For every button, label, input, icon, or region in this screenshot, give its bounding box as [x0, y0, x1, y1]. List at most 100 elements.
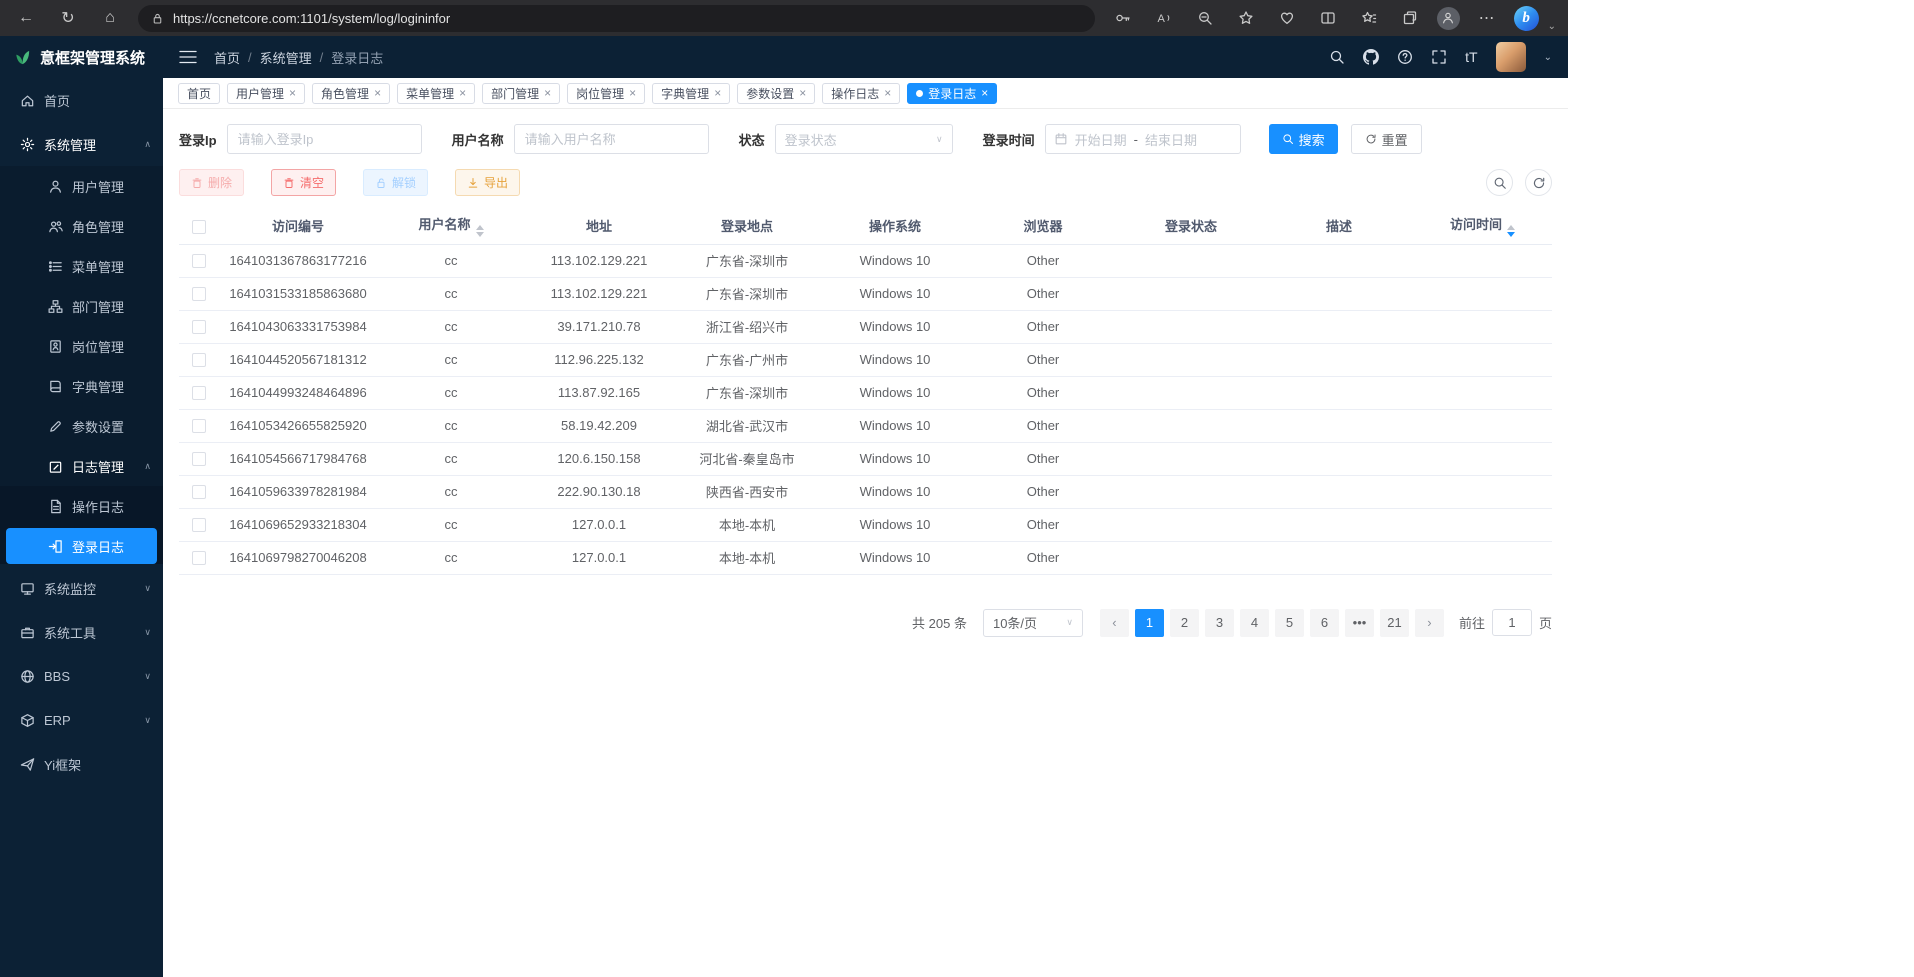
login-ip-input[interactable] [227, 124, 422, 154]
sidebar-item-yi-framework[interactable]: Yi框架 [0, 742, 163, 786]
sidebar-item-erp[interactable]: ERP ∨ [0, 698, 163, 742]
sidebar-toggle-icon[interactable] [179, 50, 197, 64]
sidebar-item-menus[interactable]: 菜单管理 [0, 246, 163, 286]
col-username[interactable]: 用户名称 [377, 208, 525, 244]
more-pages-button[interactable]: ••• [1345, 609, 1374, 637]
close-icon[interactable]: × [629, 87, 636, 99]
avatar-caret-icon[interactable]: ⌄ [1544, 52, 1552, 63]
zoom-out-icon[interactable] [1191, 4, 1219, 32]
close-icon[interactable]: × [981, 87, 988, 99]
date-range-picker[interactable]: 开始日期 - 结束日期 [1045, 124, 1241, 154]
table-row[interactable]: 1641044520567181312cc112.96.225.132广东省-广… [179, 343, 1552, 376]
browser-essentials-icon[interactable] [1273, 4, 1301, 32]
text-size-icon[interactable]: tT [1465, 49, 1477, 65]
header-search-icon[interactable] [1329, 49, 1345, 65]
col-visit-time[interactable]: 访问时间 [1413, 208, 1552, 244]
close-icon[interactable]: × [544, 87, 551, 99]
row-checkbox[interactable] [192, 353, 206, 367]
page-button-1[interactable]: 1 [1135, 609, 1164, 637]
browser-profile-avatar[interactable] [1437, 7, 1460, 30]
select-all-checkbox[interactable] [192, 220, 206, 234]
sort-icon[interactable] [476, 225, 484, 237]
search-button[interactable]: 搜索 [1269, 124, 1338, 154]
tab-menu-mgmt[interactable]: 菜单管理× [397, 83, 475, 104]
close-icon[interactable]: × [714, 87, 721, 99]
export-button[interactable]: 导出 [455, 169, 520, 196]
tab-param-settings[interactable]: 参数设置× [737, 83, 815, 104]
breadcrumb-item[interactable]: 首页 [214, 48, 240, 67]
next-page-button[interactable]: › [1415, 609, 1444, 637]
github-icon[interactable] [1363, 49, 1379, 65]
page-button-4[interactable]: 4 [1240, 609, 1269, 637]
tab-home[interactable]: 首页 [178, 83, 220, 104]
page-button-21[interactable]: 21 [1380, 609, 1409, 637]
back-icon[interactable]: ← [12, 4, 40, 32]
address-bar[interactable]: https://ccnetcore.com:1101/system/log/lo… [138, 5, 1095, 32]
close-icon[interactable]: × [799, 87, 806, 99]
status-select[interactable]: 登录状态 ∨ [775, 124, 953, 154]
page-button-3[interactable]: 3 [1205, 609, 1234, 637]
refresh-table-button[interactable] [1525, 169, 1552, 196]
username-input[interactable] [514, 124, 709, 154]
read-aloud-icon[interactable]: A [1150, 4, 1178, 32]
table-row[interactable]: 1641059633978281984cc222.90.130.18陕西省-西安… [179, 475, 1552, 508]
sidebar-item-login-log[interactable]: 登录日志 [6, 528, 157, 564]
breadcrumb-item[interactable]: 系统管理 [260, 48, 312, 67]
reload-icon[interactable]: ↻ [54, 4, 82, 32]
copilot-icon[interactable]: b [1514, 6, 1539, 31]
favorites-icon[interactable] [1355, 4, 1383, 32]
sidebar-item-posts[interactable]: 岗位管理 [0, 326, 163, 366]
password-key-icon[interactable] [1109, 4, 1137, 32]
close-icon[interactable]: × [289, 87, 296, 99]
row-checkbox[interactable] [192, 320, 206, 334]
sidebar-item-users[interactable]: 用户管理 [0, 166, 163, 206]
unlock-button[interactable]: 解锁 [363, 169, 428, 196]
table-row[interactable]: 1641054566717984768cc120.6.150.158河北省-秦皇… [179, 442, 1552, 475]
sidebar-item-operation-log[interactable]: 操作日志 [0, 486, 163, 526]
help-icon[interactable] [1397, 49, 1413, 65]
home-icon[interactable]: ⌂ [96, 4, 124, 32]
tab-login-log[interactable]: 登录日志× [907, 83, 997, 104]
table-row[interactable]: 1641053426655825920cc58.19.42.209湖北省-武汉市… [179, 409, 1552, 442]
sidebar-item-departments[interactable]: 部门管理 [0, 286, 163, 326]
sidebar-item-bbs[interactable]: BBS ∨ [0, 654, 163, 698]
sidebar-item-system[interactable]: 系统管理 ∧ [0, 122, 163, 166]
row-checkbox[interactable] [192, 419, 206, 433]
clear-button[interactable]: 清空 [271, 169, 336, 196]
page-button-2[interactable]: 2 [1170, 609, 1199, 637]
prev-page-button[interactable]: ‹ [1100, 609, 1129, 637]
table-row[interactable]: 1641031367863177216cc113.102.129.221广东省-… [179, 244, 1552, 277]
tab-post-mgmt[interactable]: 岗位管理× [567, 83, 645, 104]
tab-operation-log[interactable]: 操作日志× [822, 83, 900, 104]
row-checkbox[interactable] [192, 551, 206, 565]
sidebar-item-home[interactable]: 首页 [0, 78, 163, 122]
row-checkbox[interactable] [192, 254, 206, 268]
sidebar-item-roles[interactable]: 角色管理 [0, 206, 163, 246]
settings-menu-icon[interactable]: ⋯ [1473, 4, 1501, 32]
page-size-select[interactable]: 10条/页 ∨ [983, 609, 1083, 637]
collections-icon[interactable] [1396, 4, 1424, 32]
fullscreen-icon[interactable] [1431, 49, 1447, 65]
table-row[interactable]: 1641069652933218304cc127.0.0.1本地-本机Windo… [179, 508, 1552, 541]
sidebar-item-logs[interactable]: 日志管理 ∧ [0, 446, 163, 486]
sidebar-item-tools[interactable]: 系统工具 ∨ [0, 610, 163, 654]
row-checkbox[interactable] [192, 485, 206, 499]
page-button-5[interactable]: 5 [1275, 609, 1304, 637]
table-row[interactable]: 1641044993248464896cc113.87.92.165广东省-深圳… [179, 376, 1552, 409]
sidebar-item-monitoring[interactable]: 系统监控 ∨ [0, 566, 163, 610]
tab-user-mgmt[interactable]: 用户管理× [227, 83, 305, 104]
table-row[interactable]: 1641031533185863680cc113.102.129.221广东省-… [179, 277, 1552, 310]
tab-dept-mgmt[interactable]: 部门管理× [482, 83, 560, 104]
delete-button[interactable]: 删除 [179, 169, 244, 196]
sidebar-item-dictionary[interactable]: 字典管理 [0, 366, 163, 406]
reset-button[interactable]: 重置 [1351, 124, 1422, 154]
row-checkbox[interactable] [192, 518, 206, 532]
copilot-caret-icon[interactable]: ⌄ [1548, 21, 1556, 32]
sort-icon[interactable] [1507, 225, 1515, 237]
user-avatar[interactable] [1496, 42, 1526, 72]
table-row[interactable]: 1641069798270046208cc127.0.0.1本地-本机Windo… [179, 541, 1552, 574]
toggle-search-button[interactable] [1486, 169, 1513, 196]
row-checkbox[interactable] [192, 287, 206, 301]
table-row[interactable]: 1641043063331753984cc39.171.210.78浙江省-绍兴… [179, 310, 1552, 343]
add-favorite-icon[interactable] [1232, 4, 1260, 32]
